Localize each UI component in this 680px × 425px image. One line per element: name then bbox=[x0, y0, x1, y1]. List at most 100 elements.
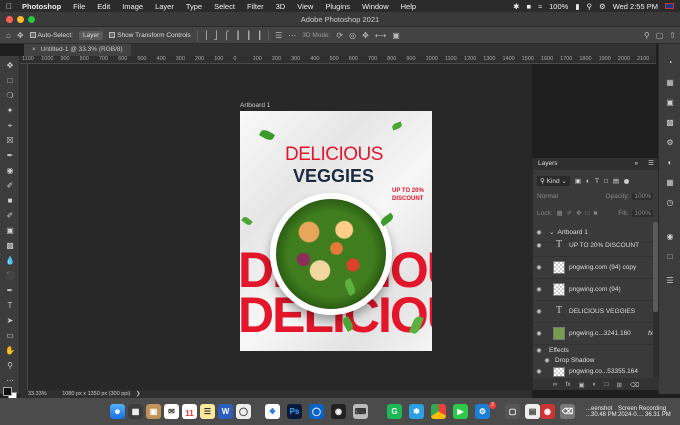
menu-filter[interactable]: Filter bbox=[247, 2, 264, 11]
3d-slide-icon[interactable]: ⟷ bbox=[375, 31, 386, 40]
menu-photoshop[interactable]: Photoshop bbox=[22, 2, 61, 11]
screen-recording-label[interactable]: Screen Recording 2024-0.... 36.31 PM bbox=[618, 406, 671, 418]
zoom-level[interactable]: 33.33% bbox=[28, 391, 47, 397]
patterns-panel-icon[interactable]: ▩ bbox=[664, 118, 676, 128]
menu-image[interactable]: Image bbox=[122, 2, 143, 11]
document-size[interactable]: 1080 px x 1350 px (300 ppi) bbox=[62, 391, 130, 397]
bluetooth-icon[interactable]: ✱ bbox=[513, 2, 519, 11]
notes-brown-icon[interactable]: ▣ bbox=[146, 404, 161, 419]
battery-icon[interactable]: ▮ bbox=[575, 2, 579, 11]
group-folder-icon[interactable]: □ bbox=[605, 381, 609, 388]
visibility-eye-icon[interactable]: ◉ bbox=[533, 347, 545, 354]
screenshot-file-label[interactable]: ...eenshot ...30.48 PM bbox=[586, 406, 617, 418]
eraser-tool-icon[interactable]: ▣ bbox=[3, 225, 17, 237]
healing-brush-icon[interactable]: ◉ bbox=[3, 165, 17, 177]
zoom-window-button[interactable] bbox=[28, 16, 35, 23]
filter-pixel-icon[interactable]: ▣ bbox=[575, 177, 581, 185]
word-icon[interactable]: W bbox=[218, 404, 233, 419]
app-store-icon[interactable]: ✱ bbox=[409, 404, 424, 419]
filter-shape-icon[interactable]: □ bbox=[604, 178, 608, 185]
filter-adjust-icon[interactable]: ◐ bbox=[586, 178, 590, 185]
brush-tool-icon[interactable]: ✐ bbox=[3, 180, 17, 192]
menu-view[interactable]: View bbox=[297, 2, 313, 11]
trash-dock-icon[interactable]: ⌫ bbox=[560, 404, 575, 419]
figma-icon[interactable]: ◉ bbox=[331, 404, 346, 419]
folder-icon[interactable]: ▢ bbox=[505, 404, 520, 419]
link-layers-icon[interactable]: ∞ bbox=[553, 381, 558, 388]
close-window-button[interactable] bbox=[6, 16, 13, 23]
battery-text[interactable]: 100% bbox=[549, 2, 568, 11]
menu-type[interactable]: Type bbox=[186, 2, 202, 11]
new-layer-icon[interactable]: ⊞ bbox=[617, 381, 622, 389]
layer-row[interactable]: ◉ pngwing.c...3241.160 fx bbox=[533, 323, 653, 345]
auto-select-dropdown[interactable]: Layer bbox=[78, 30, 104, 40]
menu-layer[interactable]: Layer bbox=[155, 2, 174, 11]
menu-select[interactable]: Select bbox=[214, 2, 235, 11]
menu-file[interactable]: File bbox=[73, 2, 85, 11]
layer-row[interactable]: ◉ T UP TO 20% DISCOUNT bbox=[533, 235, 653, 257]
panel-menu-icon[interactable]: ☰ bbox=[648, 158, 654, 170]
share-icon[interactable]: ⇧ bbox=[669, 31, 676, 40]
flag-icon[interactable] bbox=[665, 3, 674, 9]
horizontal-ruler[interactable]: 1100 1000 900 800 700 600 500 400 300 20… bbox=[20, 56, 656, 64]
libraries-panel-icon[interactable]: ▦ bbox=[664, 178, 676, 188]
gradient-tool-icon[interactable]: ▩ bbox=[3, 240, 17, 252]
mail-stamp-icon[interactable]: ✉ bbox=[164, 404, 179, 419]
safari-icon[interactable]: ❖ bbox=[265, 404, 280, 419]
layer-row[interactable]: ◉ T DELICIOUS VEGGIES bbox=[533, 301, 653, 323]
lock-all-icon[interactable]: ■ bbox=[594, 210, 598, 217]
channels-panel-icon[interactable]: ◉ bbox=[664, 232, 676, 242]
crop-tool-icon[interactable]: ⌖ bbox=[3, 120, 17, 132]
preview-icon[interactable]: ◯ bbox=[236, 404, 251, 419]
document-tab[interactable]: × Untitled-1 @ 33.3% (RGB/8) bbox=[24, 44, 131, 56]
vertical-ruler[interactable] bbox=[20, 64, 28, 390]
layers-scrollbar[interactable] bbox=[653, 222, 658, 378]
apple-icon[interactable]:  bbox=[6, 2, 14, 11]
layer-row[interactable]: ◉ pngwing.co...53355.164 bbox=[533, 365, 653, 379]
visibility-eye-icon[interactable]: ◉ bbox=[533, 368, 545, 375]
search-icon[interactable]: ⚲ bbox=[586, 2, 592, 11]
layer-row[interactable]: ◉ pngwing.com (94) copy bbox=[533, 257, 653, 279]
fx-add-icon[interactable]: fx bbox=[565, 381, 570, 388]
stamp-tool-icon[interactable]: ■ bbox=[3, 195, 17, 207]
minimize-window-button[interactable] bbox=[17, 16, 24, 23]
calendar-icon[interactable]: 11 bbox=[182, 404, 197, 419]
photoshop-icon[interactable]: Ps bbox=[287, 404, 302, 419]
edge-icon[interactable]: ◯ bbox=[309, 404, 324, 419]
layer-row[interactable]: ◉ pngwing.com (94) bbox=[533, 279, 653, 301]
notes-icon[interactable]: ☰ bbox=[200, 404, 215, 419]
adjustments-panel-icon[interactable]: ◐ bbox=[664, 158, 676, 168]
gradients-panel-icon[interactable]: ▣ bbox=[664, 98, 676, 108]
3d-rotate-icon[interactable]: ⟳ bbox=[336, 31, 343, 40]
3d-roll-icon[interactable]: ◎ bbox=[349, 31, 356, 40]
mask-icon[interactable]: ▣ bbox=[579, 381, 585, 389]
auto-select-checkbox[interactable] bbox=[29, 31, 36, 38]
facetime-icon[interactable]: ▶ bbox=[453, 404, 468, 419]
foreground-color-swatch[interactable] bbox=[3, 387, 12, 396]
eyedropper-icon[interactable]: ✒ bbox=[3, 150, 17, 162]
visibility-eye-icon[interactable]: ◉ bbox=[533, 330, 545, 337]
artboard-label[interactable]: Artboard 1 bbox=[240, 102, 270, 109]
menu-window[interactable]: Window bbox=[362, 2, 389, 11]
more-options-icon[interactable]: ⋯ bbox=[288, 31, 296, 40]
align-top-icon[interactable]: ⎥ bbox=[204, 31, 208, 40]
lock-transparent-icon[interactable]: ▦ bbox=[557, 209, 563, 217]
zoom-tool-icon[interactable]: ⚲ bbox=[3, 360, 17, 372]
magic-wand-icon[interactable]: ✦ bbox=[3, 105, 17, 117]
layers-panel-title[interactable]: Layers bbox=[538, 158, 558, 170]
recording-file-icon[interactable]: ◉ bbox=[540, 404, 555, 419]
menu-edit[interactable]: Edit bbox=[97, 2, 110, 11]
blur-tool-icon[interactable]: 💧 bbox=[3, 255, 17, 267]
path-select-icon[interactable]: ➤ bbox=[3, 315, 17, 327]
filter-toggle[interactable] bbox=[624, 178, 630, 184]
grammarly-icon[interactable]: G bbox=[387, 404, 402, 419]
paths-panel-icon[interactable]: □ bbox=[664, 252, 676, 262]
home-icon[interactable]: ⌂ bbox=[6, 31, 11, 40]
launchpad-icon[interactable]: ▦ bbox=[128, 404, 143, 419]
move-tool-icon[interactable]: ✥ bbox=[3, 60, 17, 72]
drop-shadow-row[interactable]: ◉ Drop Shadow bbox=[533, 355, 653, 365]
adjustment-layer-icon[interactable]: ◐ bbox=[593, 381, 597, 388]
filter-kind-dropdown[interactable]: ⚲ Kind ⌄ bbox=[537, 176, 570, 186]
settings-icon[interactable]: ⚙ bbox=[475, 404, 490, 419]
align-bottom-icon[interactable]: ⎧ bbox=[224, 31, 230, 40]
